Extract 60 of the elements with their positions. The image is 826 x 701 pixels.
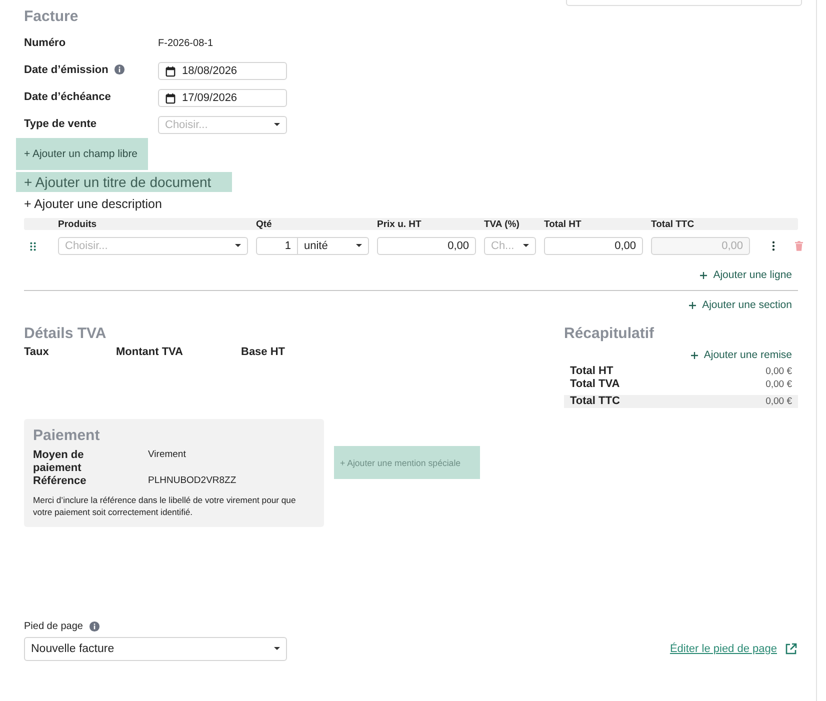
total-value: 0,00 € — [766, 378, 792, 391]
add-description-button[interactable]: + Ajouter une description — [24, 197, 162, 211]
field-label: Date d’échéance — [24, 91, 111, 103]
payment-label: Référence — [33, 475, 88, 488]
calendar-icon — [165, 66, 176, 76]
total-value: 0,00 € — [766, 365, 792, 378]
total-ttc-field: 0,00 — [651, 237, 750, 255]
unit-price-field[interactable]: 0,00 — [377, 237, 476, 255]
total-value: 0,00 € — [766, 395, 792, 408]
date-field[interactable]: 18/08/2026 — [158, 62, 287, 80]
external-link-icon[interactable] — [785, 643, 797, 655]
column-header: Taux — [24, 346, 50, 358]
column-header: Montant TVA — [116, 346, 184, 358]
add-free-field-button[interactable]: + Ajouter un champ libre — [16, 138, 148, 170]
payment-note: Merci d’inclure la référence dans le libellé de votre virement pour que votre paiement soit correctement identifié. — [33, 494, 297, 518]
section-title: Récapitulatif — [564, 325, 656, 344]
total-ht-field[interactable]: 0,00 — [544, 237, 643, 255]
column-header: Total TTC — [651, 218, 696, 230]
add-line-button[interactable]: Ajouter une ligne — [700, 269, 798, 281]
field-label: Date d’émission — [24, 64, 108, 76]
caret-icon — [356, 244, 362, 248]
add-section-button[interactable]: Ajouter une section — [689, 299, 798, 311]
column-header: Produits — [58, 218, 98, 230]
column-header: Prix u. HT — [377, 218, 422, 230]
footer-select[interactable]: Nouvelle facture — [24, 637, 287, 661]
more-icon[interactable] — [772, 241, 775, 251]
column-header: Qté — [256, 218, 273, 230]
caret-icon — [274, 647, 280, 651]
field-label: Type de vente — [24, 118, 97, 130]
info-icon[interactable] — [114, 64, 126, 75]
payment-value: PLHNUBOD2VR8ZZ — [148, 475, 236, 488]
plus-icon — [689, 302, 696, 308]
field-label: Numéro — [24, 37, 66, 49]
calendar-icon — [165, 92, 176, 104]
edit-footer-link[interactable]: Éditer le pied de page — [670, 643, 777, 655]
payment-value: Virement — [148, 449, 186, 462]
column-header: TVA (%) — [484, 218, 520, 230]
section-title: Facture — [24, 8, 80, 27]
total-label: Total TVA — [570, 378, 620, 391]
date-field[interactable]: 17/09/2026 — [158, 89, 287, 107]
plus-icon — [700, 272, 708, 278]
drag-handle-icon[interactable] — [30, 242, 36, 250]
invoice-number: F-2026-08-1 — [158, 37, 214, 51]
payment-label: Moyen de paiement — [33, 449, 85, 475]
info-icon[interactable] — [88, 621, 100, 632]
field-label: Pied de page — [24, 621, 83, 632]
plus-icon — [690, 352, 698, 358]
caret-icon — [235, 244, 241, 248]
unit-select[interactable]: unité — [298, 237, 369, 255]
caret-icon — [274, 123, 280, 127]
add-title-button[interactable]: + Ajouter un titre de document — [16, 172, 232, 192]
section-title: Détails TVA — [24, 325, 108, 344]
total-label: Total HT — [570, 365, 614, 378]
column-header: Base HT — [241, 346, 286, 358]
column-header: Total HT — [544, 218, 582, 230]
add-discount-button[interactable]: Ajouter une remise — [690, 349, 798, 361]
caret-icon — [523, 244, 529, 248]
section-title: Paiement — [33, 427, 101, 446]
quantity-field[interactable]: 1 — [256, 237, 298, 255]
total-label: Total TTC — [570, 395, 620, 408]
